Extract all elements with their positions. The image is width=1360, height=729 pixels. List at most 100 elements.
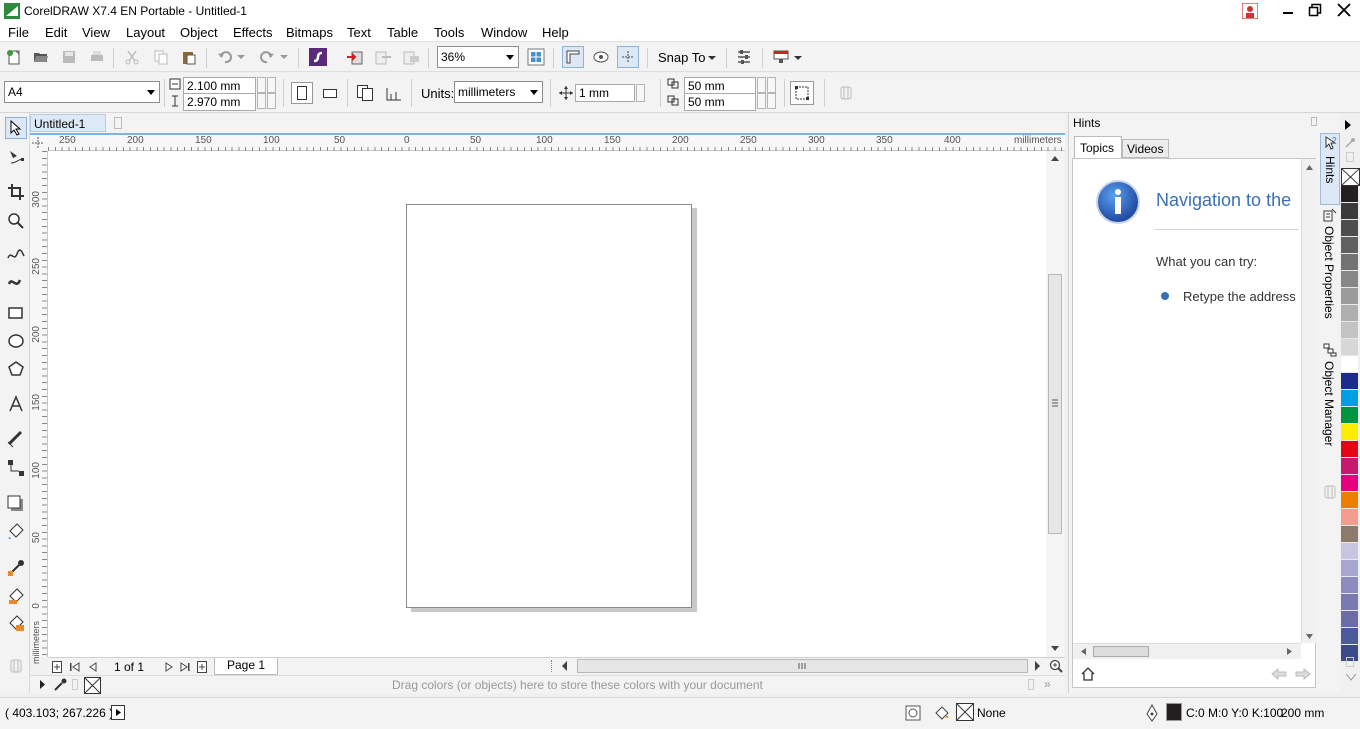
hints-scroll-down-icon[interactable] (1306, 634, 1313, 639)
rectangle-tool-icon[interactable] (6, 303, 26, 323)
duplicate-x-spinner-alt[interactable] (767, 77, 776, 93)
minimize-icon[interactable] (1281, 3, 1295, 17)
redo-dropdown-icon[interactable] (278, 47, 290, 67)
undo-icon[interactable] (215, 47, 235, 67)
side-tab-object-manager[interactable]: Object Manager (1320, 341, 1340, 455)
smart-fill-tool-icon[interactable] (6, 613, 26, 633)
undo-dropdown-icon[interactable] (235, 47, 247, 67)
color-proofing-icon[interactable] (905, 705, 921, 721)
show-grid-icon[interactable] (591, 47, 611, 67)
duplicate-y-spinner[interactable] (757, 93, 766, 109)
color-swatch[interactable] (1341, 390, 1358, 407)
height-spinner-alt[interactable] (267, 93, 276, 109)
page-height-field[interactable]: 2.970 mm (183, 93, 256, 111)
pick-tool-icon[interactable] (5, 117, 27, 139)
interactive-fill-tool-icon[interactable] (6, 586, 26, 606)
show-guidelines-icon[interactable] (617, 46, 639, 68)
color-swatch[interactable] (1341, 356, 1358, 373)
tab-videos[interactable]: Videos (1122, 139, 1169, 158)
color-swatch[interactable] (1341, 237, 1358, 254)
color-swatch[interactable] (1341, 594, 1358, 611)
import-icon[interactable] (345, 47, 365, 67)
user-account-icon[interactable] (1242, 3, 1258, 19)
color-swatch[interactable] (1341, 560, 1358, 577)
document-tab[interactable]: Untitled-1 (30, 114, 106, 132)
home-icon[interactable] (1081, 667, 1095, 681)
eyedropper-tool-icon[interactable] (6, 558, 26, 578)
show-rulers-icon[interactable] (562, 46, 584, 68)
zoom-navigator-icon[interactable] (1049, 659, 1063, 673)
color-swatch[interactable] (1341, 254, 1358, 271)
content-exchange-icon[interactable] (308, 47, 328, 67)
units-combo[interactable]: millimeters (454, 81, 543, 103)
color-swatch[interactable] (1341, 203, 1358, 220)
side-tab-hints[interactable]: ? Hints (1320, 133, 1340, 205)
launcher-dropdown-icon[interactable] (792, 48, 804, 68)
vertical-ruler[interactable]: 300 250 200 150 100 50 0 millimeters (30, 151, 48, 664)
copy-icon[interactable] (151, 47, 171, 67)
duplicate-x-spinner[interactable] (757, 77, 766, 93)
menu-layout[interactable]: Layout (126, 25, 165, 40)
quick-customize-toolbox-icon[interactable] (6, 656, 26, 676)
docker-pin-icon[interactable] (1311, 117, 1317, 126)
quick-customize-icon[interactable] (836, 83, 856, 103)
nudge-field[interactable]: 1 mm (575, 84, 635, 102)
scroll-down-icon[interactable] (1051, 646, 1059, 652)
palette-options-icon[interactable] (72, 679, 78, 690)
menu-object[interactable]: Object (180, 25, 218, 40)
palette-scroll-right-icon[interactable] (1344, 120, 1352, 130)
color-swatch[interactable] (1341, 220, 1358, 237)
no-color-swatch-icon[interactable] (84, 677, 101, 694)
open-folder-icon[interactable] (31, 47, 51, 67)
color-swatch[interactable] (1341, 305, 1358, 322)
artistic-media-tool-icon[interactable] (6, 273, 26, 293)
color-swatch[interactable] (1341, 288, 1358, 305)
application-launcher-icon[interactable] (771, 47, 791, 67)
hints-scroll-left-icon[interactable] (1081, 648, 1086, 655)
parallel-dimension-tool-icon[interactable] (6, 429, 26, 449)
treat-as-filled-icon[interactable] (790, 81, 814, 105)
menu-table[interactable]: Table (387, 25, 418, 40)
back-arrow-icon[interactable] (1271, 668, 1287, 680)
paste-icon[interactable] (179, 47, 199, 67)
tab-topics[interactable]: Topics (1074, 136, 1122, 158)
document-page[interactable] (406, 204, 692, 608)
splitter-handle[interactable] (551, 660, 557, 672)
zoom-tool-icon[interactable] (6, 211, 26, 231)
color-swatch[interactable] (1341, 424, 1358, 441)
snap-to-dropdown-icon[interactable] (706, 48, 718, 68)
next-page-icon[interactable] (164, 661, 174, 673)
all-pages-icon[interactable] (355, 83, 375, 103)
options-icon[interactable] (734, 47, 754, 67)
menu-edit[interactable]: Edit (45, 25, 67, 40)
color-swatch[interactable] (1341, 611, 1358, 628)
width-spinner-alt[interactable] (267, 77, 276, 93)
page-size-combo[interactable]: A4 (4, 81, 160, 103)
menu-bitmaps[interactable]: Bitmaps (286, 25, 333, 40)
first-page-icon[interactable] (70, 661, 80, 673)
vertical-scroll-thumb[interactable] (1048, 274, 1062, 534)
color-swatch[interactable] (1341, 458, 1358, 475)
hints-scroll-up-icon[interactable] (1306, 165, 1313, 170)
connector-tool-icon[interactable] (6, 458, 26, 478)
previous-page-icon[interactable] (88, 661, 98, 673)
palette-expand-icon[interactable] (40, 680, 46, 689)
color-swatch[interactable] (1341, 186, 1358, 203)
menu-file[interactable]: File (8, 25, 29, 40)
status-flyout-icon[interactable] (111, 705, 125, 720)
hints-horizontal-thumb[interactable] (1093, 646, 1149, 657)
restore-icon[interactable] (1308, 3, 1322, 17)
text-tool-icon[interactable] (6, 394, 26, 414)
menu-tools[interactable]: Tools (434, 25, 464, 40)
palette-options-side-icon[interactable] (1346, 657, 1354, 667)
palette-menu-icon[interactable] (1346, 152, 1354, 162)
palette-eyedropper-icon[interactable] (53, 678, 67, 692)
freehand-tool-icon[interactable] (6, 245, 26, 265)
menu-effects[interactable]: Effects (233, 25, 273, 40)
palette-eyedropper-side-icon[interactable] (1344, 137, 1356, 149)
fill-none-swatch-icon[interactable] (956, 703, 974, 721)
color-swatch[interactable] (1341, 509, 1358, 526)
quick-customize-docker-icon[interactable] (1323, 485, 1337, 499)
last-page-icon[interactable] (180, 661, 190, 673)
menu-text[interactable]: Text (347, 25, 371, 40)
